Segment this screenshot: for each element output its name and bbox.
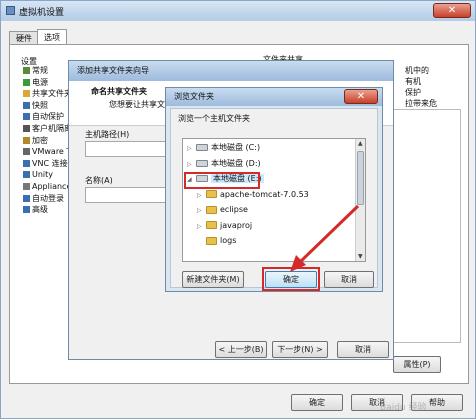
watermark: Baidu 经验 <box>380 403 427 413</box>
annotation-arrow <box>290 204 360 272</box>
